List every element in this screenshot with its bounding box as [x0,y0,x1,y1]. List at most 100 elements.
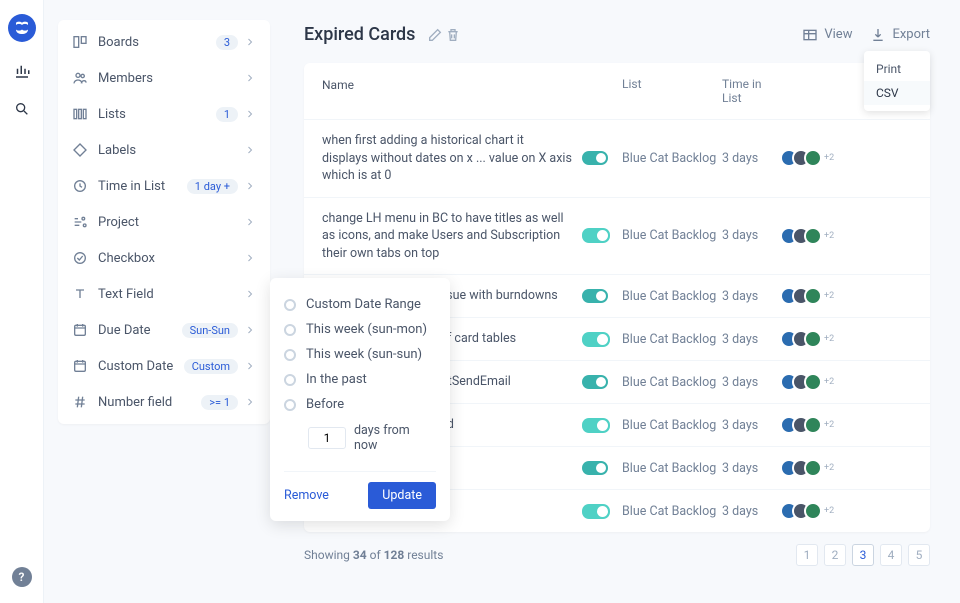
filter-project[interactable]: Project [58,204,270,240]
filter-label: Members [98,71,244,86]
table-row[interactable]: change LH menu in BC to have titles as w… [304,198,930,276]
radio-icon [284,299,296,311]
row-toggle[interactable] [582,461,608,475]
filter-badge: Custom [184,359,238,374]
row-toggle[interactable] [582,289,608,303]
page-1[interactable]: 1 [796,544,818,566]
option-before[interactable]: Before [284,392,436,417]
avatar [804,227,822,245]
view-button[interactable]: View [802,27,852,43]
card-members: +2 [780,373,840,391]
card-members: +2 [780,149,840,167]
avatar-overflow: +2 [824,153,834,163]
avatar [804,149,822,167]
filter-label: Checkbox [98,251,244,266]
filter-lists[interactable]: Lists 1 [58,96,270,132]
option-custom-range[interactable]: Custom Date Range [284,292,436,317]
avatar [804,287,822,305]
card-list: Blue Cat Backlog [622,504,722,519]
chevron-right-icon [244,216,256,228]
row-toggle[interactable] [582,151,608,165]
page-header: Expired Cards View Export Print CSV [304,24,930,45]
col-time-header: Time in List [722,77,780,105]
avatar [804,459,822,477]
filter-label: Number field [98,395,201,410]
filter-label: Due Date [98,323,182,338]
export-option-print[interactable]: Print [864,57,930,81]
card-time: 3 days [722,418,780,433]
page-4[interactable]: 4 [880,544,902,566]
card-time: 3 days [722,461,780,476]
filter-labels[interactable]: Labels [58,132,270,168]
page-2[interactable]: 2 [824,544,846,566]
filter-badge: 3 [216,35,238,50]
card-members: +2 [780,416,840,434]
rail-nav: ? [0,0,44,603]
export-button[interactable]: Export [870,27,930,43]
card-members: +2 [780,330,840,348]
labels-icon [72,142,88,158]
filter-custom-date[interactable]: Custom Date Custom [58,348,270,384]
project-icon [72,214,88,230]
search-icon[interactable] [13,100,31,118]
card-list: Blue Cat Backlog [622,228,722,243]
row-toggle[interactable] [582,228,610,243]
days-input[interactable] [308,427,346,449]
filter-badge: >= 1 [201,395,238,410]
filter-label: Project [98,215,244,230]
filter-time-in-list[interactable]: Time in List 1 day + [58,168,270,204]
export-option-csv[interactable]: CSV [864,81,930,105]
chevron-right-icon [244,180,256,192]
export-label: Export [892,27,930,42]
checkbox-icon [72,250,88,266]
option-this-week-sun-mon[interactable]: This week (sun-mon) [284,317,436,342]
row-toggle[interactable] [582,504,610,519]
page-title: Expired Cards [304,24,415,45]
filter-label: Lists [98,107,216,122]
row-toggle[interactable] [582,418,610,433]
table-row[interactable]: when first adding a historical chart it … [304,120,930,198]
row-toggle[interactable] [582,332,610,347]
card-members: +2 [780,227,840,245]
chevron-right-icon [244,72,256,84]
help-icon[interactable]: ? [12,567,32,587]
remove-button[interactable]: Remove [284,488,329,503]
filter-badge: 1 [216,107,238,122]
avatar [804,330,822,348]
card-list: Blue Cat Backlog [622,332,722,347]
chevron-right-icon [244,144,256,156]
filter-due-date[interactable]: Due Date Sun-Sun [58,312,270,348]
filter-list: Boards 3 Members Lists 1 Labels Time in … [58,20,270,424]
header-actions: View Export Print CSV [802,27,930,43]
table-footer: Showing 34 of 128 results 12345 [304,544,930,566]
update-button[interactable]: Update [368,482,436,509]
page-5[interactable]: 5 [908,544,930,566]
app-logo[interactable] [8,14,36,42]
filter-label: Time in List [98,179,187,194]
card-members: +2 [780,459,840,477]
trash-icon[interactable] [445,27,461,43]
page-3[interactable]: 3 [852,544,874,566]
chevron-right-icon [244,252,256,264]
analytics-icon[interactable] [13,62,31,80]
days-from-now-row: days from now [284,417,436,461]
radio-icon [284,349,296,361]
filter-members[interactable]: Members [58,60,270,96]
card-time: 3 days [722,375,780,390]
clock-icon [72,178,88,194]
export-dropdown: Print CSV [864,51,930,111]
download-icon [870,27,886,43]
option-this-week-sun-sun[interactable]: This week (sun-sun) [284,342,436,367]
filter-text-field[interactable]: Text Field [58,276,270,312]
table-header: Name List Time in List [304,63,930,120]
filter-number-field[interactable]: Number field >= 1 [58,384,270,420]
edit-icon[interactable] [427,27,443,43]
card-name: when first adding a historical chart it … [322,132,582,185]
card-list: Blue Cat Backlog [622,375,722,390]
row-toggle[interactable] [582,375,608,389]
filter-checkbox[interactable]: Checkbox [58,240,270,276]
card-time: 3 days [722,289,780,304]
popover-actions: Remove Update [284,471,436,509]
option-in-the-past[interactable]: In the past [284,367,436,392]
filter-boards[interactable]: Boards 3 [58,24,270,60]
